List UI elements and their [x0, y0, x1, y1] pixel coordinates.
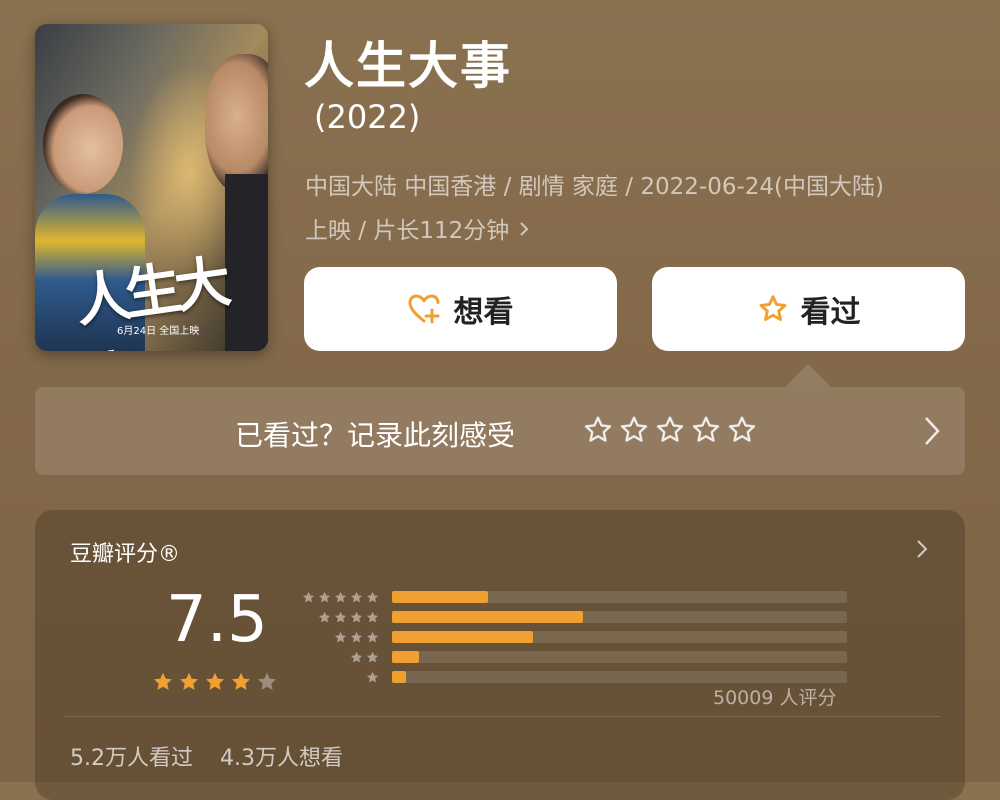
divider [64, 716, 940, 717]
distribution-stars [300, 590, 380, 605]
movie-year: (2022) [314, 98, 421, 136]
seen-label: 看过 [800, 295, 861, 330]
star-small-icon [334, 631, 347, 642]
star-outline-icon[interactable] [654, 414, 686, 446]
star-small-icon [366, 651, 379, 662]
star-filled-icon [232, 672, 250, 690]
movie-poster[interactable]: 人生大事 6月24日 全国上映 [35, 24, 268, 351]
distribution-bar [392, 611, 584, 623]
watched-count: 5.2万人看过 [70, 746, 193, 771]
star-small-icon [334, 591, 347, 602]
star-outline-icon[interactable] [690, 414, 722, 446]
distribution-track [392, 631, 847, 643]
watch-stats: 5.2万人看过 4.3万人想看 [70, 740, 343, 772]
meta-line-2: 上映 / 片长112分钟 [305, 218, 510, 244]
chevron-right-icon [517, 219, 531, 243]
want-to-watch-button[interactable]: 想看 [304, 267, 617, 351]
callout-pointer [785, 364, 831, 387]
wanted-count: 4.3万人想看 [220, 746, 343, 771]
chevron-right-icon[interactable] [915, 538, 929, 564]
star-small-icon [318, 591, 331, 602]
star-small-icon [302, 591, 315, 602]
distribution-row-1 [300, 666, 847, 688]
distribution-row-2 [300, 646, 847, 668]
watched-button[interactable]: 看过 [652, 267, 965, 351]
rating-score: 7.5 [166, 583, 268, 657]
star-small-icon [350, 651, 363, 662]
quick-rate-prompt: 已看过？记录此刻感受 [235, 419, 516, 452]
distribution-row-4 [300, 606, 847, 628]
rating-card-title: 豆瓣评分® [70, 542, 181, 567]
star-small-icon [350, 611, 363, 622]
distribution-bar [392, 591, 488, 603]
star-outline-icon [759, 295, 786, 321]
distribution-bar [392, 631, 534, 643]
distribution-stars [300, 630, 380, 645]
star-filled-icon [180, 672, 198, 690]
want-label: 想看 [453, 295, 514, 330]
poster-release-date: 6月24日 全国上映 [117, 326, 200, 337]
distribution-row-5 [300, 586, 847, 608]
rating-count: 50009 人评分 [713, 687, 837, 709]
distribution-track [392, 591, 847, 603]
star-small-icon [350, 631, 363, 642]
distribution-bar [392, 671, 406, 683]
distribution-stars [300, 610, 380, 625]
movie-meta[interactable]: 中国大陆 中国香港 / 剧情 家庭 / 2022-06-24(中国大陆) 上映 … [305, 165, 965, 253]
distribution-stars [300, 650, 380, 665]
star-empty-icon [258, 672, 276, 690]
meta-line-1: 中国大陆 中国香港 / 剧情 家庭 / 2022-06-24(中国大陆) [305, 174, 884, 200]
distribution-stars [300, 670, 380, 685]
star-small-icon [334, 611, 347, 622]
star-small-icon [350, 591, 363, 602]
star-small-icon [318, 611, 331, 622]
rating-stars [151, 670, 279, 694]
star-outline-icon[interactable] [726, 414, 758, 446]
quick-rate-stars[interactable] [582, 414, 758, 446]
star-outline-icon[interactable] [582, 414, 614, 446]
distribution-row-3 [300, 626, 847, 648]
chevron-right-icon[interactable] [922, 414, 942, 452]
distribution-track [392, 671, 847, 683]
star-small-icon [366, 631, 379, 642]
star-filled-icon [206, 672, 224, 690]
star-outline-icon[interactable] [618, 414, 650, 446]
star-filled-icon [154, 672, 172, 690]
distribution-track [392, 611, 847, 623]
distribution-bar [392, 651, 420, 663]
heart-plus-icon [407, 294, 439, 324]
star-small-icon [366, 671, 379, 682]
star-small-icon [366, 591, 379, 602]
star-small-icon [366, 611, 379, 622]
movie-title: 人生大事 [304, 37, 512, 95]
distribution-track [392, 651, 847, 663]
